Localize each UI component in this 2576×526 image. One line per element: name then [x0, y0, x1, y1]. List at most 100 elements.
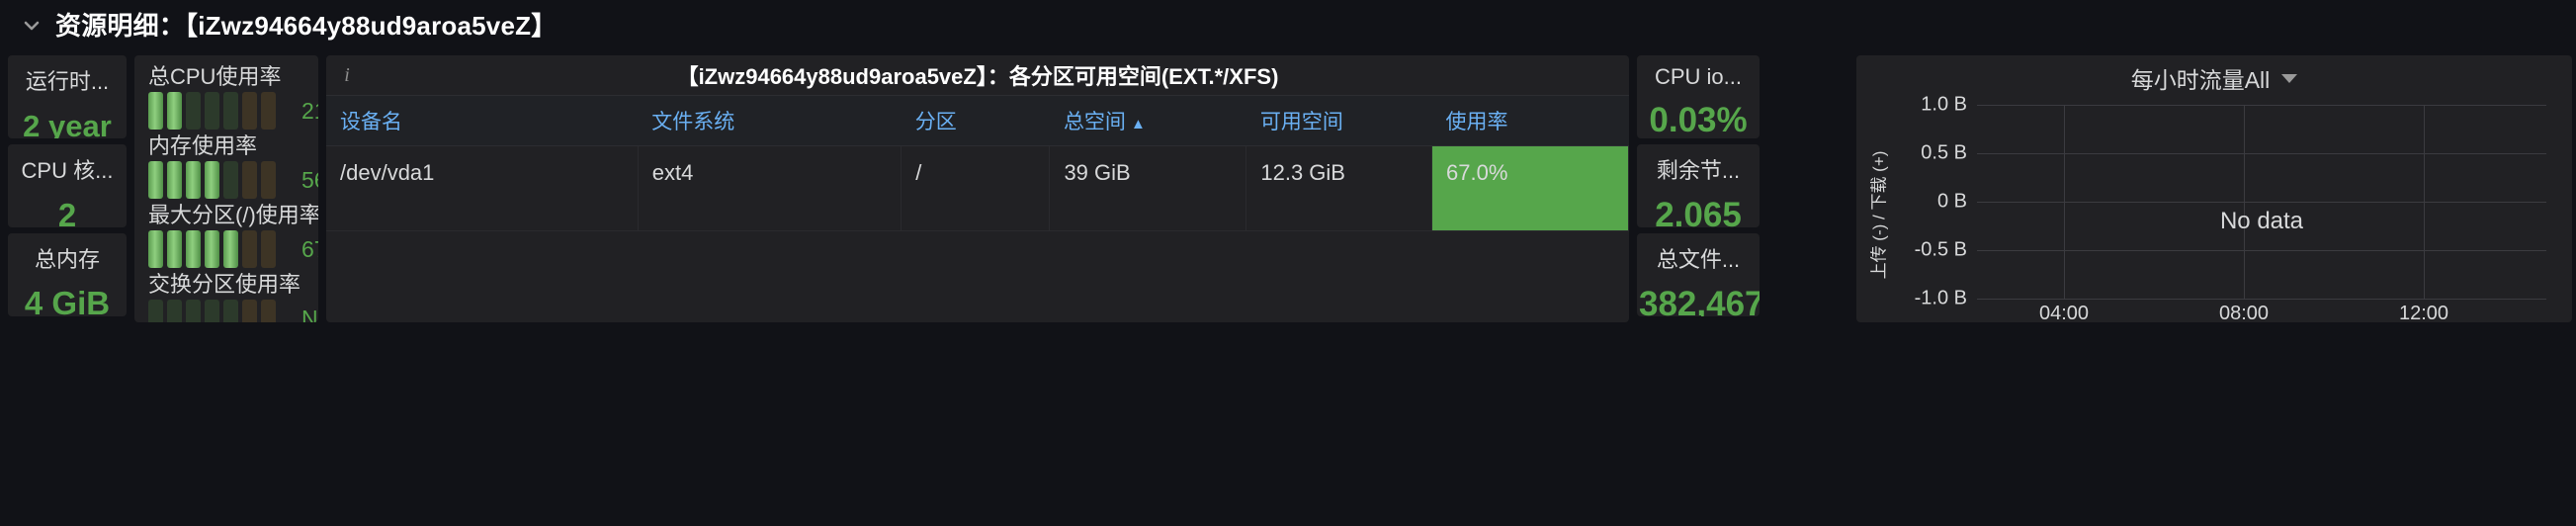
stat-value: 382,467	[1639, 285, 1760, 316]
bargauge-row: 67.0%	[148, 229, 318, 269]
graph-title-bar[interactable]: 每小时流量All	[1856, 59, 2572, 97]
bargauge-cell	[205, 92, 219, 130]
stat-panel-free-inodes[interactable]: 剩余节... 2.065	[1637, 144, 1760, 227]
cell-device: /dev/vda1	[326, 145, 639, 231]
row-title: 资源明细：【iZwz94664y88ud9aroa5veZ】	[55, 10, 558, 41]
table-header-row: 设备名 文件系统 分区 总空间 ▲ 可用空间 使用率	[326, 95, 1629, 146]
bargauge-item: 总CPU使用率 21.9%	[148, 63, 318, 131]
bargauge-cell	[148, 230, 163, 268]
stat-panel-cpu-iowait[interactable]: CPU io... 0.03%	[1637, 55, 1760, 138]
bargauge-cell	[186, 300, 201, 322]
gridline-v	[2064, 105, 2065, 299]
panel-title: 每小时流量All	[2130, 67, 2271, 93]
bargauge-cell	[242, 300, 257, 322]
bargauge-cell	[223, 92, 238, 130]
y-tick-label: -0.5 B	[1914, 238, 1967, 261]
cell-usage: 67.0%	[1431, 145, 1629, 231]
gridline-v	[2424, 105, 2425, 299]
bargauge-cells	[148, 92, 276, 130]
bargauge-label: 总CPU使用率	[148, 64, 282, 89]
bargauge-cell	[167, 300, 182, 322]
column-label: 总空间	[1063, 111, 1126, 133]
column-label: 设备名	[340, 111, 402, 133]
column-header-filesystem[interactable]: 文件系统	[638, 95, 902, 146]
stat-value: 2 year	[23, 109, 112, 138]
x-tick-label: 08:00	[2218, 303, 2270, 322]
y-tick-label: 0 B	[1936, 190, 1967, 213]
disk-table-panel[interactable]: i 【iZwz94664y88ud9aroa5veZ】：各分区可用空间(EXT.…	[326, 55, 1629, 322]
bargauge-cell	[242, 230, 257, 268]
bargauge-cell	[205, 300, 219, 322]
y-axis-label: 上传 (-) / 下载 (+)	[1864, 105, 1890, 322]
stat-panel-total-files[interactable]: 总文件... 382,467	[1637, 233, 1760, 316]
chevron-down-icon[interactable]	[2281, 73, 2298, 83]
bargauge-row: 56.9%	[148, 160, 318, 200]
bargauge-label: 内存使用率	[148, 133, 258, 158]
cell-available: 12.3 GiB	[1245, 145, 1433, 231]
table-row[interactable]: /dev/vda1 ext4 / 39 GiB 12.3 GiB 67.0%	[326, 145, 1629, 231]
disk-table: 设备名 文件系统 分区 总空间 ▲ 可用空间 使用率 /dev/vda1 ext…	[326, 95, 1629, 231]
column-header-mount[interactable]: 分区	[901, 95, 1050, 146]
bargauge-cell	[223, 230, 238, 268]
gridline-v	[2244, 105, 2245, 299]
stat-panel-total-memory[interactable]: 总内存 4 GiB	[8, 233, 127, 316]
bargauge-list: 总CPU使用率21.9%内存使用率56.9%最大分区(/)使用率67.0%交换分…	[148, 63, 318, 322]
bargauge-cell	[242, 92, 257, 130]
bargauge-cell	[223, 161, 238, 199]
bargauge-panel[interactable]: 总CPU使用率21.9%内存使用率56.9%最大分区(/)使用率67.0%交换分…	[134, 55, 318, 322]
bargauge-cell	[186, 92, 201, 130]
no-data-message: No data	[2219, 208, 2304, 234]
y-tick-label: 0.5 B	[1921, 141, 1967, 164]
cell-mount: /	[901, 145, 1051, 231]
table-panel-header: i 【iZwz94664y88ud9aroa5veZ】：各分区可用空间(EXT.…	[326, 55, 1629, 95]
bargauge-row: N/A	[148, 299, 318, 322]
bargauge-cells	[148, 230, 276, 268]
stat-value: 2	[57, 197, 77, 227]
stat-value: 4 GiB	[24, 285, 111, 316]
bargauge-row: 21.9%	[148, 91, 318, 131]
bargauge-cell	[261, 161, 276, 199]
plot-wrap: 上传 (-) / 下载 (+) 1.0 B 0.5 B 0 B -0.5 B -1.0 …	[1856, 94, 2546, 322]
bargauge-label: 最大分区(/)使用率	[148, 203, 318, 227]
y-tick-label: -1.0 B	[1914, 287, 1967, 309]
column-header-usage[interactable]: 使用率	[1431, 95, 1629, 146]
column-header-total[interactable]: 总空间 ▲	[1049, 95, 1246, 146]
panel-title: CPU io...	[1654, 64, 1743, 89]
chevron-down-icon[interactable]	[22, 16, 42, 36]
bargauge-cell	[186, 230, 201, 268]
bargauge-value: 21.9%	[301, 97, 318, 124]
y-axis-label-text: 上传 (-) / 下载 (+)	[1869, 150, 1889, 279]
bargauge-label: 交换分区使用率	[148, 272, 301, 297]
sort-ascending-icon: ▲	[1130, 116, 1146, 132]
column-header-available[interactable]: 可用空间	[1245, 95, 1432, 146]
cell-filesystem: ext4	[638, 145, 902, 231]
dashboard-root: 资源明细：【iZwz94664y88ud9aroa5veZ】 运行时... 2 …	[0, 0, 2576, 526]
plot-area[interactable]: No data	[1977, 105, 2546, 300]
bargauge-item: 内存使用率 56.9%	[148, 132, 318, 200]
bargauge-cells	[148, 300, 276, 322]
bargauge-item: 交换分区使用率N/A	[148, 271, 318, 322]
bargauge-cell	[205, 161, 219, 199]
column-header-device[interactable]: 设备名	[326, 95, 639, 146]
bargauge-cell	[167, 92, 182, 130]
bargauge-cell	[261, 92, 276, 130]
panel-title: 剩余节...	[1656, 158, 1741, 183]
bargauge-cell	[261, 300, 276, 322]
bargauge-value: 56.9%	[301, 166, 318, 193]
stat-panel-cpu-cores[interactable]: CPU 核... 2	[8, 144, 127, 227]
bargauge-cell	[223, 300, 238, 322]
column-label: 使用率	[1445, 111, 1508, 133]
bargauge-value: 67.0%	[301, 235, 318, 262]
y-tick-label: 1.0 B	[1921, 93, 1967, 116]
stat-panel-uptime[interactable]: 运行时... 2 year	[8, 55, 127, 138]
x-tick-label: 12:00	[2398, 303, 2449, 322]
stat-value: 0.03%	[1649, 101, 1748, 138]
column-label: 可用空间	[1259, 111, 1343, 133]
traffic-graph-panel[interactable]: 每小时流量All 上传 (-) / 下载 (+) 1.0 B 0.5 B 0 B -0…	[1856, 55, 2572, 322]
stat-value: 2.065	[1655, 196, 1742, 227]
row-header[interactable]: 资源明细：【iZwz94664y88ud9aroa5veZ】	[0, 0, 2576, 47]
column-label: 文件系统	[651, 111, 735, 133]
gridline-h	[1977, 105, 2546, 106]
info-icon[interactable]: i	[336, 61, 358, 89]
y-axis-ticks: 1.0 B 0.5 B 0 B -0.5 B -1.0 B	[1890, 94, 1975, 309]
